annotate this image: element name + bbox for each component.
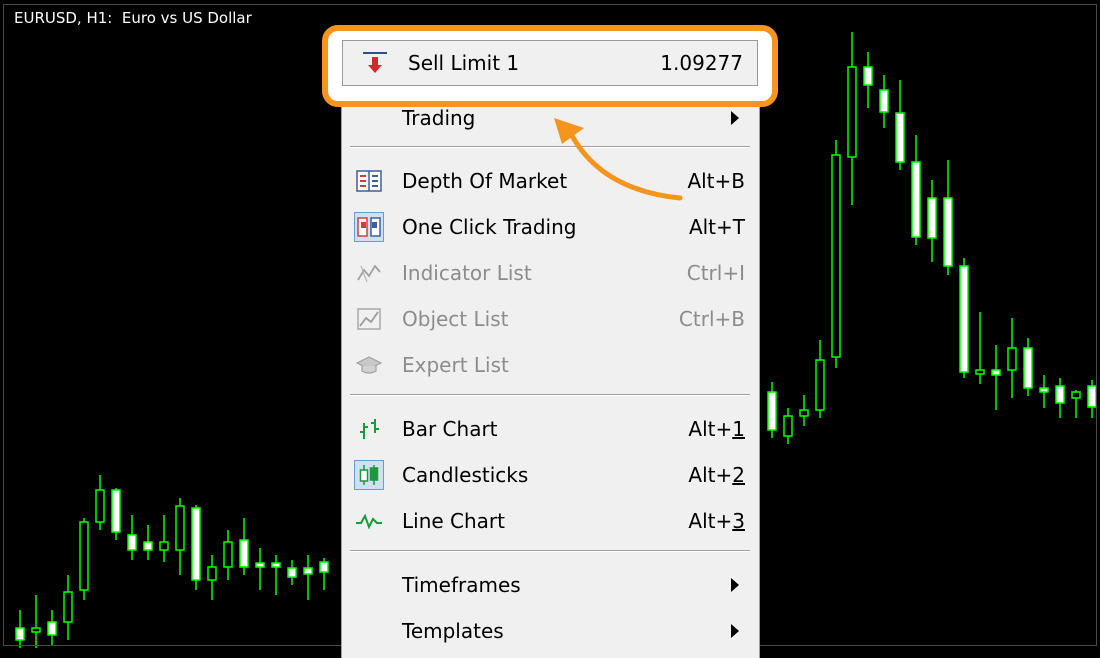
menu-item-label: Indicator List: [402, 261, 532, 285]
menu-item-label: Line Chart: [402, 509, 505, 533]
candle-body: [191, 507, 201, 581]
candle-body: [767, 391, 777, 431]
candle-body: [943, 197, 953, 267]
menu-item-templates[interactable]: Templates: [342, 611, 759, 651]
candle-body: [223, 541, 233, 568]
candle-body: [287, 567, 297, 578]
candle-body: [783, 415, 793, 437]
menu-item-expert-list[interactable]: Expert List: [342, 345, 759, 385]
menu-separator: [350, 394, 750, 396]
menu-item-shortcut: Ctrl+B: [678, 307, 745, 331]
submenu-arrow-icon: [731, 624, 739, 638]
bar-chart-icon: [354, 414, 384, 444]
candle-body: [79, 521, 89, 591]
candle-body: [31, 627, 41, 633]
candle-body: [255, 562, 265, 568]
candle-body: [1007, 347, 1017, 371]
menu-item-one-click-trading[interactable]: One Click Trading Alt+T: [342, 207, 759, 247]
menu-item-label: Object List: [402, 307, 509, 331]
highlight-callout: Sell Limit 1 1.09277: [322, 25, 778, 107]
submenu-arrow-icon: [731, 578, 739, 592]
candle-body: [927, 197, 937, 239]
candle-body: [1023, 347, 1033, 389]
menu-item-label: Bar Chart: [402, 417, 498, 441]
menu-item-label: Candlesticks: [402, 463, 529, 487]
one-click-trading-icon: [354, 212, 384, 242]
candle-body: [1087, 385, 1097, 408]
candle-body: [127, 534, 137, 551]
candle-body: [959, 265, 969, 373]
candle-body: [47, 621, 57, 636]
candle-body: [911, 161, 921, 238]
menu-item-label: Expert List: [402, 353, 509, 377]
candle-body: [303, 567, 313, 575]
indicator-list-icon: [354, 258, 384, 288]
candle-body: [319, 561, 329, 573]
candle-body: [847, 66, 857, 158]
menu-item-shortcut: Alt+B: [687, 169, 745, 193]
menu-item-line-chart[interactable]: Line Chart Alt+3: [342, 501, 759, 541]
menu-item-shortcut: Alt+T: [688, 215, 745, 239]
callout-arrow-icon: [554, 118, 683, 201]
candle-body: [63, 591, 73, 623]
candle-body: [175, 505, 185, 551]
menu-item-shortcut: Ctrl+I: [686, 261, 745, 285]
menu-item-bar-chart[interactable]: Bar Chart Alt+1: [342, 409, 759, 449]
menu-item-timeframes[interactable]: Timeframes: [342, 565, 759, 605]
candle-body: [111, 489, 121, 533]
candle-body: [815, 359, 825, 411]
candle-body: [831, 154, 841, 358]
menu-item-label: One Click Trading: [402, 215, 577, 239]
chart-title: EURUSD, H1: Euro vs US Dollar: [14, 9, 252, 27]
depth-of-market-icon: [354, 166, 384, 196]
menu-item-candlesticks[interactable]: Candlesticks Alt+2: [342, 455, 759, 495]
candle-body: [1039, 387, 1049, 393]
menu-separator: [350, 550, 750, 552]
candle-body: [991, 369, 1001, 376]
menu-item-label: Templates: [402, 619, 504, 643]
menu-item-label: Sell Limit 1: [408, 51, 520, 75]
candle-body: [879, 89, 889, 113]
candle-body: [15, 627, 25, 641]
candle-body: [207, 566, 217, 581]
candle-body: [1071, 391, 1081, 399]
candle-body: [799, 409, 809, 417]
line-chart-icon: [354, 506, 384, 536]
object-list-icon: [354, 304, 384, 334]
candle-body: [863, 66, 873, 86]
candle-body: [143, 541, 153, 551]
menu-item-object-list[interactable]: Object List Ctrl+B: [342, 299, 759, 339]
candle-body: [975, 369, 985, 375]
candle-body: [239, 539, 249, 568]
submenu-arrow-icon: [731, 111, 739, 125]
expert-list-icon: [354, 350, 384, 380]
menu-item-shortcut: Alt+3: [688, 509, 745, 533]
menu-item-label: Timeframes: [402, 573, 521, 597]
candle-body: [1055, 385, 1065, 404]
candle-body: [95, 489, 105, 523]
candlesticks-icon: [354, 460, 384, 490]
candle-body: [271, 562, 281, 568]
sell-limit-arrow-icon: [359, 47, 391, 79]
candle-body: [159, 541, 169, 551]
candle-body: [895, 112, 905, 163]
menu-item-indicator-list[interactable]: Indicator List Ctrl+I: [342, 253, 759, 293]
menu-item-sell-limit[interactable]: Sell Limit 1 1.09277: [342, 40, 758, 86]
menu-item-shortcut: Alt+1: [688, 417, 745, 441]
menu-item-value: 1.09277: [660, 51, 743, 75]
menu-item-shortcut: Alt+2: [688, 463, 745, 487]
